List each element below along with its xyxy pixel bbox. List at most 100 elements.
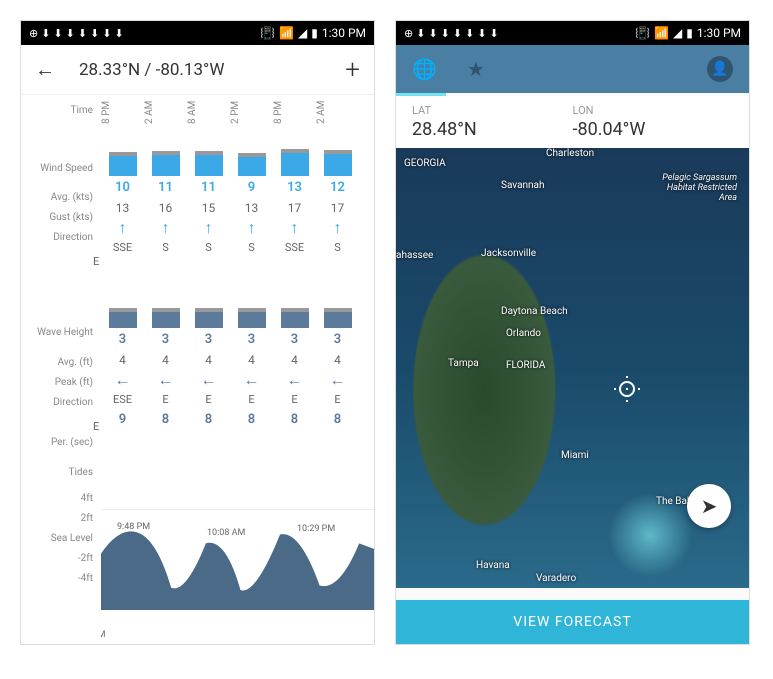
wave-dir-cell: E <box>230 390 273 410</box>
wave-arrow-icon: ← <box>101 370 144 390</box>
download-icon: ⬇ <box>90 27 99 40</box>
wave-peak-cell: 4 <box>187 350 230 370</box>
tide-peak-time: 9:48 PM <box>117 522 150 532</box>
locate-button[interactable]: ➤ <box>687 484 731 528</box>
wind-avg-cell: 12 <box>316 178 359 198</box>
label-n2ft: -2ft <box>23 553 93 564</box>
download-icon: ⬇ <box>441 27 450 40</box>
wind-arrow-icon: ↑ <box>316 218 359 238</box>
wind-bar <box>152 151 180 176</box>
time-cell: 8 AM <box>187 95 198 130</box>
wave-avg-cell: 3 <box>144 330 187 350</box>
download-icon: ⬇ <box>477 27 486 40</box>
label-2ft: 2ft <box>23 513 93 524</box>
wind-bar <box>324 150 352 176</box>
wind-arrow-icon: ↑ <box>230 218 273 238</box>
wave-avg-cell: 3 <box>273 330 316 350</box>
wind-bar <box>238 153 266 176</box>
dir-prefix: E <box>93 255 99 268</box>
map-picker-screen: ⊕ ⬇ ⬇ ⬇ ⬇ ⬇ ⬇ ⬇ 📳 📶 ◢ ▮ 1:30 PM 🌐 ★ 👤 LA… <box>395 20 750 645</box>
wind-dir-cell: S <box>316 238 359 258</box>
wind-gust-cell: 17 <box>316 198 359 218</box>
wind-bar <box>281 149 309 176</box>
map[interactable]: GEORGIA Charleston Savannah ahassee Jack… <box>396 148 749 588</box>
label-wave-height: Wave Height <box>23 327 93 338</box>
coordinates-bar: LAT 28.48°N LON -80.04°W <box>396 96 749 148</box>
label-tides: Tides <box>23 467 93 478</box>
tide-peak-time: 10:29 PM <box>297 524 335 534</box>
wind-arrow-icon: ↑ <box>101 218 144 238</box>
download-icon: ⬇ <box>115 27 124 40</box>
wave-peak-cell: 4 <box>101 350 144 370</box>
wave-per-cell: 8 <box>273 410 316 430</box>
label-avg-kts: Avg. (kts) <box>23 192 93 203</box>
vibrate-icon: 📳 <box>635 26 650 40</box>
clock: 1:30 PM <box>322 26 366 40</box>
download-icon: ⬇ <box>416 27 425 40</box>
favorites-tab-icon[interactable]: ★ <box>467 57 485 81</box>
forecast-detail-screen: ⊕ ⬇ ⬇ ⬇ ⬇ ⬇ ⬇ ⬇ 📳 📶 ◢ ▮ 1:30 PM ← 28.33°… <box>20 20 375 645</box>
wave-arrow-icon: ← <box>187 370 230 390</box>
map-label-georgia: GEORGIA <box>404 158 446 169</box>
label-direction: Direction <box>23 232 93 243</box>
wave-bar <box>324 308 352 328</box>
wave-avg-cell: 3 <box>230 330 273 350</box>
map-label-florida: FLORIDA <box>506 360 545 371</box>
lon-value: -80.04°W <box>573 119 734 140</box>
download-icon: ⬇ <box>102 27 111 40</box>
time-cell: 2 PM <box>230 95 241 130</box>
add-button[interactable]: + <box>345 55 360 85</box>
dir-prefix: E <box>93 420 99 433</box>
user-icon[interactable]: 👤 <box>707 56 733 82</box>
forecast-column: 8 AM 11 15 ↑ S 3 4 ← E 8 <box>187 95 230 430</box>
wind-avg-cell: 10 <box>101 178 144 198</box>
download-icon: ⬇ <box>78 27 87 40</box>
map-label-ahassee: ahassee <box>396 250 433 261</box>
wind-gust-cell: 13 <box>101 198 144 218</box>
wind-gust-cell: 17 <box>273 198 316 218</box>
map-label-daytona: Daytona Beach <box>501 306 568 317</box>
wave-dir-cell: E <box>144 390 187 410</box>
battery-icon: ▮ <box>686 26 693 40</box>
tide-low-time: 4:15 PM <box>233 630 266 640</box>
wave-dir-cell: E <box>187 390 230 410</box>
download-icon: ⬇ <box>428 27 437 40</box>
wind-arrow-icon: ↑ <box>144 218 187 238</box>
globe-tab-icon[interactable]: 🌐 <box>412 57 437 81</box>
wave-bar <box>281 308 309 328</box>
label-peak-ft: Peak (ft) <box>23 377 93 388</box>
download-icon: ⬇ <box>66 27 75 40</box>
wave-peak-cell: 4 <box>316 350 359 370</box>
forecast-column: 8 PM 13 17 ↑ SSE 3 4 ← E 8 <box>273 95 316 430</box>
wind-avg-cell: 11 <box>187 178 230 198</box>
forecast-column: 8 PM 10 13 ↑ SSE 3 4 ← ESE 9 <box>101 95 144 430</box>
map-label-havana: Havana <box>476 560 510 571</box>
wind-arrow-icon: ↑ <box>187 218 230 238</box>
download-icon: ⬇ <box>41 27 50 40</box>
battery-icon: ▮ <box>311 26 318 40</box>
time-cell: 2 AM <box>316 95 327 130</box>
wave-dir-cell: ESE <box>101 390 144 410</box>
wave-bar <box>109 308 137 328</box>
label-gust-kts: Gust (kts) <box>23 212 93 223</box>
time-cell: 8 PM <box>273 95 284 130</box>
map-label-tampa: Tampa <box>448 358 479 369</box>
wave-arrow-icon: ← <box>144 370 187 390</box>
status-bar: ⊕ ⬇ ⬇ ⬇ ⬇ ⬇ ⬇ ⬇ 📳 📶 ◢ ▮ 1:30 PM <box>21 21 374 45</box>
wave-avg-cell: 3 <box>316 330 359 350</box>
back-arrow-icon[interactable]: ← <box>35 57 55 82</box>
label-time: Time <box>23 105 93 116</box>
time-cell: 8 PM <box>101 95 112 130</box>
wind-gust-cell: 16 <box>144 198 187 218</box>
map-label-varadero: Varadero <box>536 573 576 584</box>
download-icon: ⬇ <box>453 27 462 40</box>
wind-dir-cell: S <box>144 238 187 258</box>
forecast-column: 2 PM 9 13 ↑ S 3 4 ← E 8 <box>230 95 273 430</box>
map-label-savannah: Savannah <box>501 180 545 191</box>
download-icon: ⊕ <box>29 27 38 40</box>
signal-icon: ◢ <box>673 26 682 40</box>
wave-bar <box>238 308 266 328</box>
wave-bar <box>152 308 180 328</box>
view-forecast-button[interactable]: VIEW FORECAST <box>396 600 749 644</box>
wind-avg-cell: 13 <box>273 178 316 198</box>
